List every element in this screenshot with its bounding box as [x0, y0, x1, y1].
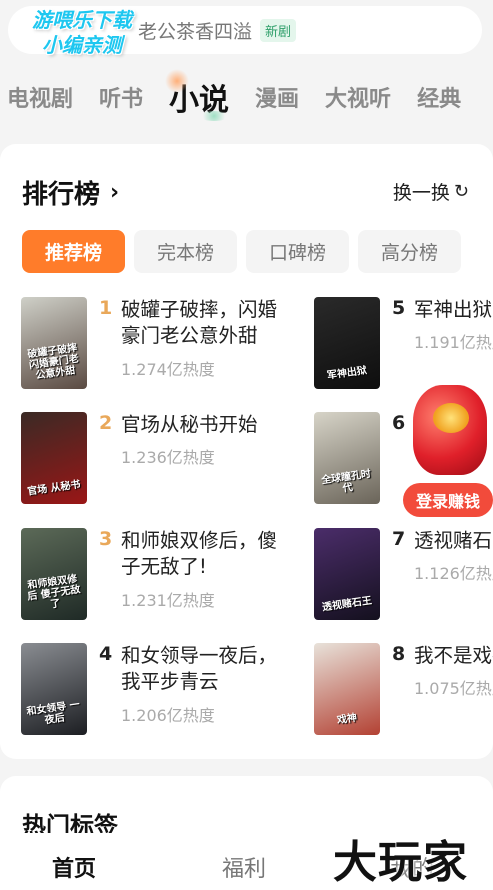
book-heat: 1.236亿热度	[121, 448, 215, 468]
book-cover: 军神出狱	[314, 297, 380, 389]
cover-title: 破罐子破摔 闪婚豪门老公意外甜	[26, 342, 80, 382]
refresh-button[interactable]: 换一换 ↻	[393, 178, 469, 205]
cover-title: 军神出狱	[326, 365, 368, 382]
book-title: 军神出狱	[414, 298, 493, 321]
book-cover: 和女领导 一夜后	[21, 643, 87, 735]
tab-novel[interactable]: 小说	[165, 69, 230, 121]
nav-home[interactable]: 首页	[52, 851, 96, 883]
tab-audiobook[interactable]: 听书	[99, 81, 143, 113]
cover-title: 官场 从秘书	[26, 479, 82, 498]
watermark-corner-logo: 大玩家	[333, 837, 468, 888]
book-item[interactable]: 和师娘双修后 傻子无敌了 3 和师娘双修后，傻子无敌了! 1.231亿热度	[21, 528, 293, 620]
chevron-right-icon: ›	[110, 180, 120, 205]
book-title: 透视赌石王	[414, 529, 493, 552]
book-rank: 5	[392, 297, 406, 319]
login-earn-button[interactable]: 登录赚钱	[403, 483, 493, 517]
watermark-line-2: 小编亲测	[42, 33, 122, 57]
book-cover: 戏神	[314, 643, 380, 735]
watermark-line-1: 游喂乐下载	[32, 8, 132, 32]
new-drama-badge: 新剧	[260, 18, 297, 42]
book-item[interactable]: 和女领导 一夜后 4 和女领导一夜后，我平步青云 1.206亿热度	[21, 643, 293, 735]
book-title: 破罐子破摔，闪婚豪门老公意外甜	[121, 298, 278, 348]
ranking-title: 排行榜	[22, 180, 101, 210]
book-item[interactable]: 军神出狱 5 军神出狱 1.191亿热度	[314, 297, 493, 389]
login-earn-promo[interactable]: 登录赚钱	[403, 385, 493, 517]
cover-title: 透视赌石王	[321, 595, 373, 614]
category-tabs: 电视剧 听书 小说 漫画 大视听 经典	[0, 69, 493, 124]
book-heat: 1.274亿热度	[121, 359, 215, 379]
tab-big-video[interactable]: 大视听	[325, 81, 391, 113]
book-cover: 透视赌石王	[314, 528, 380, 620]
book-rank: 7	[392, 528, 406, 550]
refresh-icon: ↻	[453, 181, 469, 202]
tab-reputation[interactable]: 口碑榜	[246, 230, 349, 273]
book-rank: 4	[99, 643, 113, 665]
book-rank: 2	[99, 412, 113, 434]
book-heat: 1.075亿热度	[414, 679, 493, 699]
book-cover: 全球瞳孔时代	[314, 412, 380, 504]
book-item[interactable]: 戏神 8 我不是戏神 1.075亿热度	[314, 643, 493, 735]
cover-title: 和师娘双修后 傻子无敌了	[26, 573, 82, 611]
book-item[interactable]: 透视赌石王 7 透视赌石王 1.126亿热度	[314, 528, 493, 620]
book-heat: 1.126亿热度	[414, 564, 493, 584]
tab-tv-drama[interactable]: 电视剧	[7, 81, 73, 113]
book-title: 和女领导一夜后，我平步青云	[121, 644, 278, 694]
watermark-logo: 游喂乐下载 小编亲测	[12, 8, 152, 58]
search-hint-text: 老公茶香四溢	[138, 20, 253, 43]
book-item[interactable]: 破罐子破摔 闪婚豪门老公意外甜 1 破罐子破摔，闪婚豪门老公意外甜 1.274亿…	[21, 297, 293, 389]
book-title: 官场从秘书开始	[121, 413, 258, 436]
book-rank: 3	[99, 528, 113, 550]
tab-high-score[interactable]: 高分榜	[358, 230, 461, 273]
tab-completed[interactable]: 完本榜	[134, 230, 237, 273]
tab-recommended[interactable]: 推荐榜	[22, 230, 125, 273]
book-heat: 1.231亿热度	[121, 590, 215, 610]
ranking-header[interactable]: 排行榜 ›	[22, 174, 119, 211]
book-heat: 1.206亿热度	[121, 705, 215, 725]
book-title: 我不是戏神	[414, 644, 493, 667]
book-cover: 官场 从秘书	[21, 412, 87, 504]
cover-title: 全球瞳孔时代	[320, 468, 372, 495]
tab-classic[interactable]: 经典	[417, 81, 461, 113]
refresh-label: 换一换	[392, 182, 450, 204]
book-heat: 1.191亿热度	[414, 333, 493, 353]
nav-welfare[interactable]: 福利	[222, 851, 266, 883]
cover-title: 和女领导 一夜后	[25, 699, 81, 727]
red-envelope-icon	[413, 385, 487, 475]
book-cover: 和师娘双修后 傻子无敌了	[21, 528, 87, 620]
book-item[interactable]: 官场 从秘书 2 官场从秘书开始 1.236亿热度	[21, 412, 293, 504]
book-rank: 1	[99, 297, 113, 319]
book-title: 和师娘双修后，傻子无敌了!	[121, 529, 278, 579]
book-cover: 破罐子破摔 闪婚豪门老公意外甜	[21, 297, 87, 389]
book-rank: 8	[392, 643, 406, 665]
cover-title: 戏神	[336, 712, 358, 727]
tab-comic[interactable]: 漫画	[255, 81, 299, 113]
ranking-tabs: 推荐榜 完本榜 口碑榜 高分榜	[22, 230, 470, 273]
